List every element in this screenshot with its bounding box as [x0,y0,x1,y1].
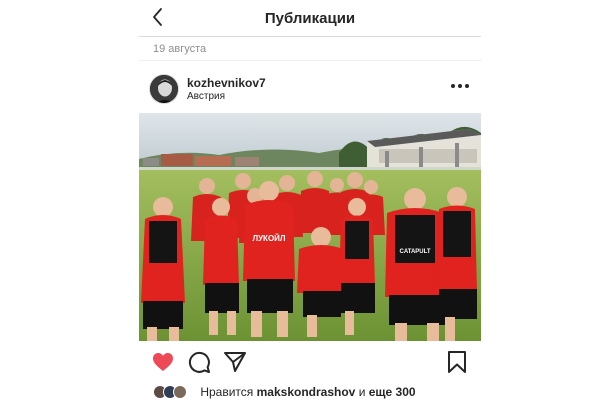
liker-avatars [153,384,197,399]
save-button[interactable] [445,350,469,374]
post-photo[interactable]: ЛУКОЙЛ CATAPULT [139,113,481,341]
post-username[interactable]: kozhevnikov7 [187,76,266,90]
likes-summary: Нравится makskondrashov и еще 300 [153,384,416,400]
like-button[interactable] [151,350,175,374]
bib-sponsor: CATAPULT [400,249,431,255]
liker-username[interactable]: makskondrashov [257,385,356,399]
likes-others[interactable]: еще 300 [369,385,416,399]
page-title: Публикации [264,10,356,27]
top-bar: Публикации [139,0,481,37]
avatar [173,384,187,399]
more-horizontal-icon [451,84,455,88]
send-icon [224,352,246,372]
team-photo: ЛУКОЙЛ CATAPULT [139,113,481,341]
likes-connector: и [358,384,366,399]
more-horizontal-icon [458,84,462,88]
post-header: kozhevnikov7 Австрия [139,70,481,110]
avatar-image [150,75,178,103]
publications-screen: Публикации 19 августа kozhevnikov7 Австр… [139,0,481,400]
heart-filled-icon [153,353,173,371]
avatar[interactable] [149,74,179,104]
post-date: 19 августа [153,43,207,55]
post-actions [139,348,481,376]
post-location[interactable]: Австрия [187,91,225,102]
shirt-sponsor: ЛУКОЙЛ [252,234,285,243]
more-horizontal-icon [465,84,469,88]
comment-button[interactable] [187,350,211,374]
comment-icon [188,351,210,373]
bookmark-icon [448,351,466,373]
share-button[interactable] [223,350,247,374]
likes-prefix: Нравится [200,384,254,399]
more-options-button[interactable] [451,81,469,91]
divider [139,60,481,61]
